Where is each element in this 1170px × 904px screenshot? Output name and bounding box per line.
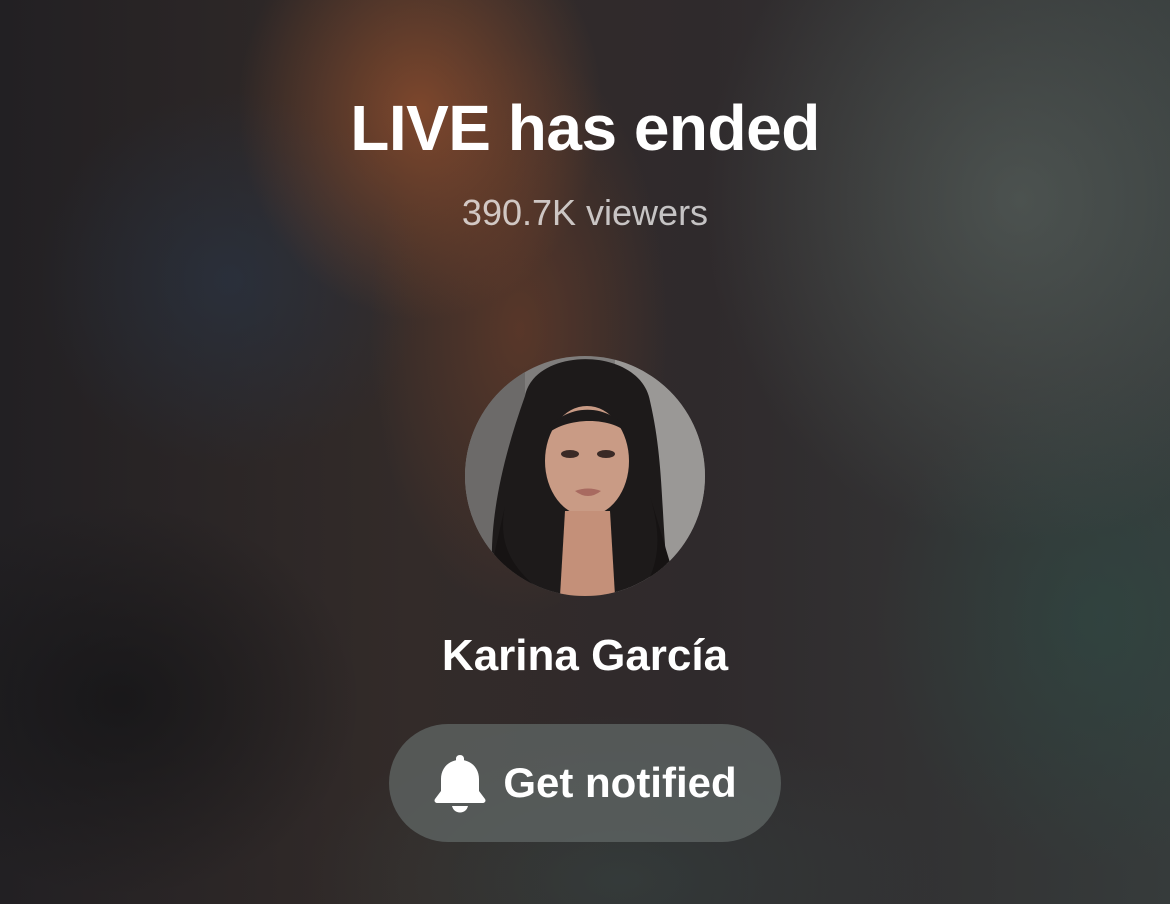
- bell-icon: [433, 753, 487, 813]
- get-notified-button[interactable]: Get notified: [389, 724, 781, 842]
- live-ended-title: LIVE has ended: [350, 92, 820, 164]
- host-name: Karina García: [441, 631, 729, 680]
- viewer-count: 390.7K viewers: [461, 192, 709, 233]
- avatar-image: [465, 356, 705, 596]
- live-ended-screen: LIVE has ended 390.7K viewers Karina Gar…: [0, 0, 1170, 904]
- host-avatar[interactable]: [465, 356, 705, 596]
- get-notified-label: Get notified: [503, 759, 737, 806]
